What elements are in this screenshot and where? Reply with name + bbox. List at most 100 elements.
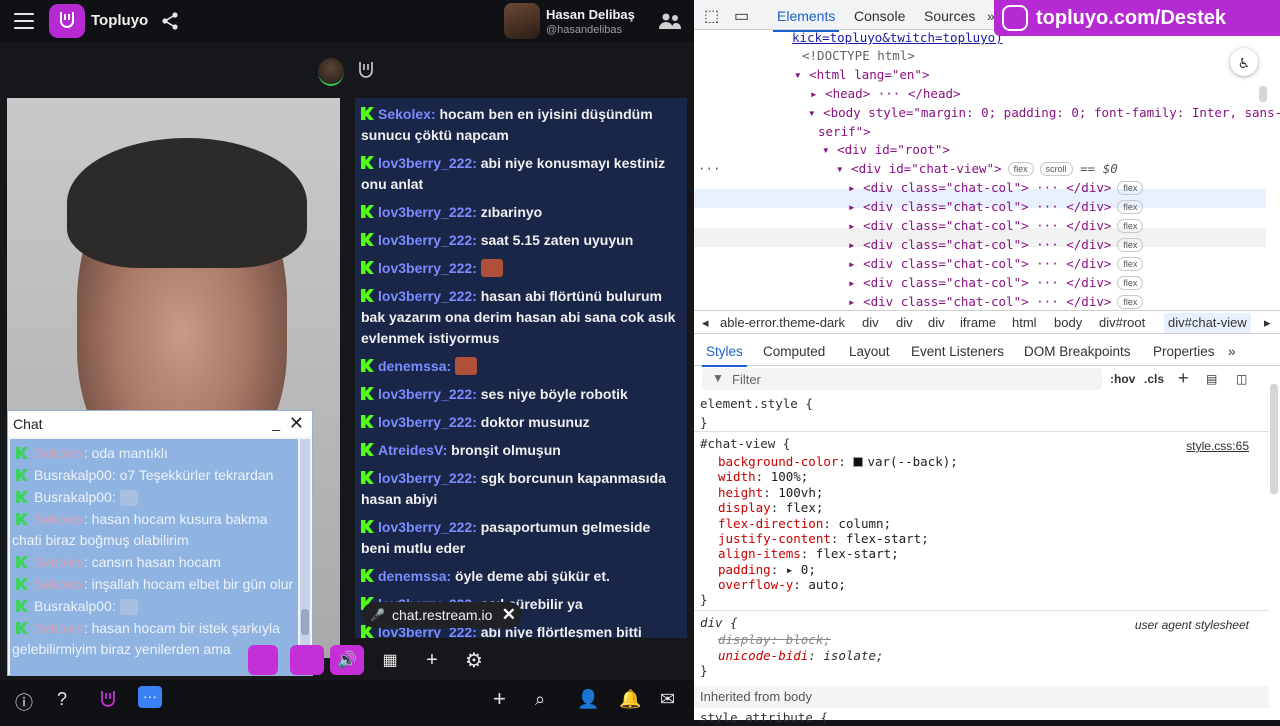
help-icon[interactable]: ? [57,689,67,710]
dom-line-head[interactable]: ▸ <head> ··· </head> [810,84,961,103]
chat-username[interactable]: lov3berry_222 [378,288,472,304]
flex-badge[interactable]: flex [1117,257,1144,271]
styles-tab[interactable]: Styles [702,344,747,367]
chat-view-selector[interactable]: #chat-view { [700,436,790,452]
hov-toggle[interactable]: :hov [1110,372,1135,386]
dom-line-chat-col[interactable]: ▸ <div class="chat-col"> ··· </div> flex [848,254,1144,273]
flex-badge[interactable]: flex [1117,238,1144,252]
topluyo-home-icon[interactable] [99,689,117,711]
tab-elements[interactable]: Elements [772,8,840,32]
breadcrumb-item[interactable]: able-error.theme-dark [720,315,845,330]
chat-username[interactable]: lov3berry_222 [378,260,472,276]
dom-line-attr-tail[interactable]: kick=topluyo&twitch=topluyo) [792,28,1003,47]
breadcrumb-item[interactable]: html [1012,315,1037,330]
speaker-button[interactable]: 🔊 [330,645,364,675]
screen-button[interactable] [290,645,324,675]
dom-line-body[interactable]: ▾ <body style="margin: 0; padding: 0; fo… [808,103,1280,122]
minimize-button[interactable]: _ [272,415,280,431]
breadcrumb-item[interactable]: div [862,315,879,330]
user-card[interactable]: Hasan Delibaş @hasandelibas [504,3,635,39]
breadcrumb-item[interactable]: div#chat-view [1164,313,1251,333]
breadcrumb-item[interactable]: div#root [1099,315,1145,330]
styles-filter-input[interactable]: ▼ Filter [702,368,1102,390]
breadcrumb-item[interactable]: div [896,315,913,330]
cls-toggle[interactable]: .cls [1144,372,1164,386]
dom-line-chat-col[interactable]: ▸ <div class="chat-col"> ··· </div> flex [848,292,1144,311]
styles-tab[interactable]: Event Listeners [911,344,1004,359]
css-property[interactable]: justify-content: flex-start; [718,531,929,547]
tab-console[interactable]: Console [854,8,905,24]
close-icon[interactable]: ✕ [502,605,516,625]
support-banner[interactable]: topluyo.com/Destek [994,0,1280,36]
search-icon[interactable]: ⌕ [535,689,545,710]
menu-icon[interactable] [14,13,34,29]
styles-tab[interactable]: Layout [849,344,890,359]
grid-button[interactable]: ▦ [378,645,402,675]
mic-toggle-button[interactable] [248,645,278,675]
chat-username[interactable]: lov3berry_222 [378,386,472,402]
chat-username[interactable]: lov3berry_222 [378,519,472,535]
css-property[interactable]: padding: ▸ 0; [718,562,816,578]
styles-tab[interactable]: Properties [1153,344,1215,359]
rule-source-link[interactable]: style.css:65 [1186,439,1249,453]
flex-badge[interactable]: flex [1007,162,1034,176]
chat-username[interactable]: lov3berry_222 [378,232,472,248]
dom-line-chat-view[interactable]: ▾ <div id="chat-view"> flex scroll == $0 [836,159,1118,178]
dom-line-chat-col[interactable]: ▸ <div class="chat-col"> ··· </div> flex [848,197,1144,216]
scroll-badge[interactable]: scroll [1039,162,1073,176]
paint-icon[interactable]: ▤ [1206,372,1217,386]
crumb-back-icon[interactable]: ◂ [702,315,709,331]
flex-badge[interactable]: flex [1117,181,1144,195]
dom-line-doctype[interactable]: <!DOCTYPE html> [802,46,915,65]
dom-line-chat-col[interactable]: ▸ <div class="chat-col"> ··· </div> flex [848,235,1144,254]
share-icon[interactable] [160,11,180,31]
chat-username[interactable]: lov3berry_222 [378,470,472,486]
styles-tab[interactable]: DOM Breakpoints [1024,344,1131,359]
chat-username[interactable]: lov3berry_222 [378,155,472,171]
chat-username[interactable]: Sekolex [378,106,431,122]
overlay-close-button[interactable]: ✕ [289,413,304,434]
breadcrumb-item[interactable]: body [1054,315,1082,330]
plus-icon[interactable]: + [493,686,506,712]
dom-more-icon[interactable]: ··· [698,159,721,178]
ua-selector[interactable]: div { [700,615,738,631]
dom-line-chat-col[interactable]: ▸ <div class="chat-col"> ··· </div> flex [848,273,1144,292]
device-icon[interactable]: ▭ [734,6,749,26]
element-style-selector[interactable]: element.style { [700,396,813,412]
people-icon[interactable] [658,12,682,30]
css-property[interactable]: flex-direction: column; [718,516,891,532]
tab-sources[interactable]: Sources [924,8,975,24]
dom-line-chat-col[interactable]: ▸ <div class="chat-col"> ··· </div> flex [848,216,1144,235]
css-property[interactable]: width: 100%; [718,469,808,485]
topluyo-logo[interactable] [49,4,85,38]
settings-button[interactable]: ⚙ [462,645,486,675]
new-rule-icon[interactable]: + [1178,368,1189,389]
color-swatch[interactable] [853,457,864,467]
dom-scroll-thumb[interactable] [1259,86,1267,102]
flex-badge[interactable]: flex [1117,200,1144,214]
styles-tab[interactable]: Computed [763,344,825,359]
chat-username[interactable]: AtreidesV [378,442,443,458]
more-tabs-icon[interactable]: » [1228,344,1236,359]
chat-overlay-window[interactable]: Chat _ ✕ Sekolex: oda mantıklı Busrakalp0… [7,410,313,676]
chat-username[interactable]: lov3berry_222 [378,414,472,430]
participant-avatar[interactable] [318,58,344,86]
add-button[interactable]: + [420,645,444,675]
mail-icon[interactable]: ✉ [660,689,675,710]
user-icon[interactable]: 👤 [577,689,599,710]
dom-line-chat-col[interactable]: ▸ <div class="chat-col"> ··· </div> flex [848,178,1144,197]
crumb-forward-icon[interactable]: ▸ [1264,315,1271,331]
css-property[interactable]: background-color: var(--back); [718,454,958,470]
sidebar-toggle-icon[interactable]: ◫ [1236,372,1247,386]
flex-badge[interactable]: flex [1117,219,1144,233]
css-property[interactable]: align-items: flex-start; [718,546,899,562]
styles-scroll-thumb[interactable] [1270,384,1278,494]
chat-username[interactable]: denemssa [378,358,446,374]
css-property[interactable]: height: 100vh; [718,485,823,501]
accessibility-icon[interactable]: ♿ [1230,48,1258,76]
overlay-scrollbar[interactable] [300,439,310,675]
bell-icon[interactable]: 🔔 [619,689,641,710]
dom-line-html[interactable]: ▾ <html lang="en"> [794,65,929,84]
overlay-scroll-thumb[interactable] [301,609,309,635]
css-property[interactable]: overflow-y: auto; [718,577,846,593]
